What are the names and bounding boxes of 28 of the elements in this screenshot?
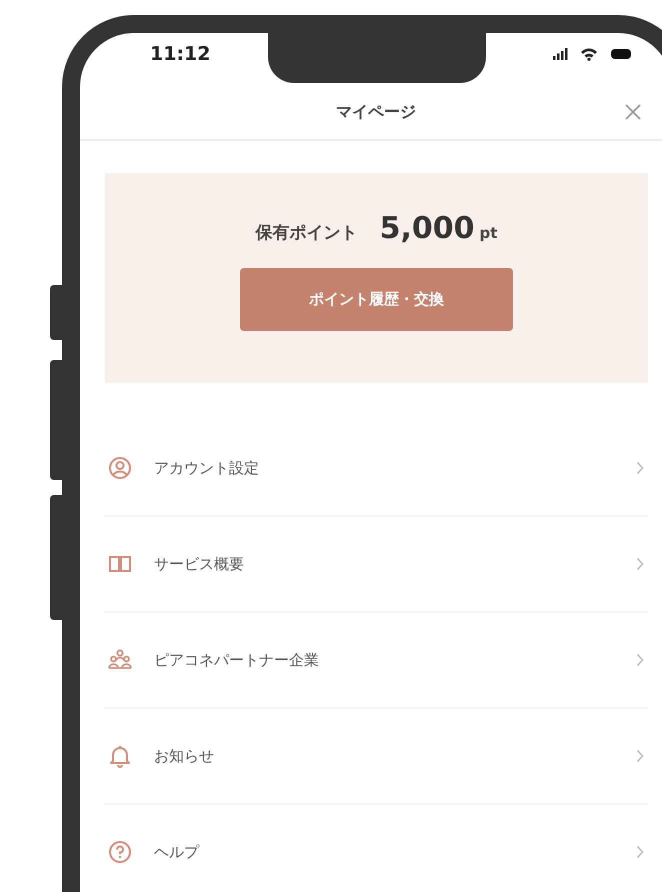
status-time: 11:12	[150, 43, 210, 65]
chevron-icon	[636, 845, 644, 859]
wifi-icon	[580, 47, 598, 61]
menu-label: お知らせ	[154, 746, 215, 766]
close-icon[interactable]	[624, 103, 642, 121]
points-label: 保有ポイント	[256, 222, 358, 244]
bell-icon	[108, 744, 132, 768]
chevron-icon	[636, 749, 644, 763]
menu-label: アカウント設定	[154, 458, 260, 478]
points-unit: pt	[479, 224, 498, 242]
signal-icon	[552, 47, 568, 61]
chevron-icon	[636, 557, 644, 571]
menu-item[interactable]: ピアコネパートナー企業	[104, 613, 648, 709]
chevron-icon	[636, 461, 644, 475]
help-icon	[108, 840, 132, 864]
menu-item[interactable]: サービス概要	[104, 517, 648, 613]
points-amount: 5,000	[380, 211, 474, 246]
menu-item[interactable]: アカウント設定	[104, 421, 648, 517]
menu-label: ヘルプ	[154, 842, 200, 862]
menu-item[interactable]: ヘルプ	[104, 805, 648, 892]
chevron-icon	[636, 653, 644, 667]
menu-item[interactable]: お知らせ	[104, 709, 648, 805]
page-title: マイページ	[336, 102, 416, 122]
battery-icon	[610, 48, 632, 60]
people-icon	[108, 648, 132, 672]
menu-label: サービス概要	[154, 554, 245, 574]
person-icon	[108, 456, 132, 480]
menu-label: ピアコネパートナー企業	[154, 650, 320, 670]
